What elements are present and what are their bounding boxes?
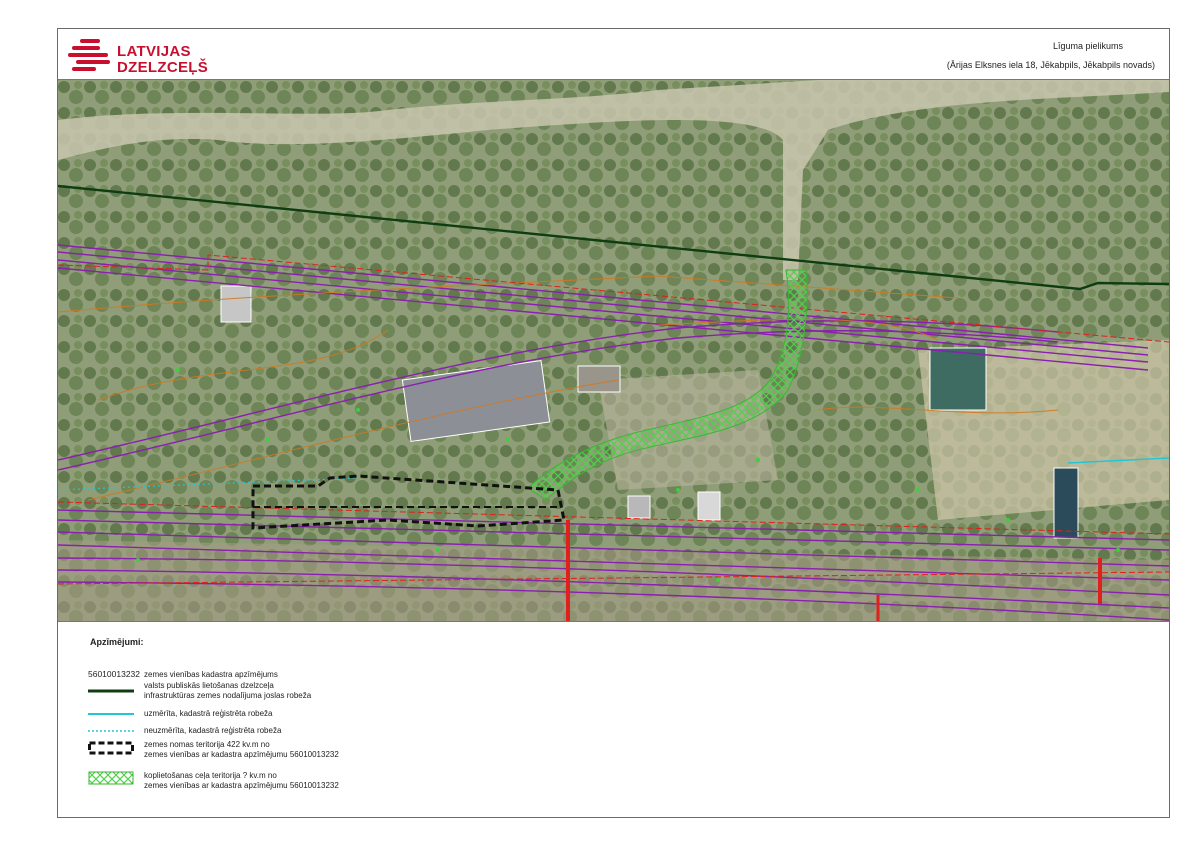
legend-lease-area-line-2: zemes vienības ar kadastra apzīmējumu 56… bbox=[144, 750, 339, 759]
map-canvas bbox=[58, 80, 1169, 621]
legend-shared-road-label: koplietošanas ceļa teritorija ? kv.m no … bbox=[144, 771, 339, 791]
sheet-frame: LATVIJAS DZELZCEĻŠ Līguma pielikums (Āri… bbox=[57, 28, 1170, 818]
legend-shared-road-line-1: koplietošanas ceļa teritorija ? kv.m no bbox=[144, 771, 277, 780]
logo-mark-icon bbox=[68, 39, 110, 71]
cadastral-map bbox=[58, 79, 1169, 622]
building-small-4 bbox=[220, 285, 252, 323]
legend-plot-label: zemes vienības kadastra apzīmējums bbox=[144, 670, 278, 679]
legend-measured-border-label: uzmērīta, kadastrā reģistrēta robeža bbox=[144, 709, 273, 718]
legend-zone-border-line-2: infrastruktūras zemes nodalījuma joslas … bbox=[144, 691, 312, 700]
legend-measured-border-symbol bbox=[88, 713, 134, 715]
company-logo: LATVIJAS DZELZCEĻŠ bbox=[66, 35, 226, 76]
legend-shared-road-symbol bbox=[88, 771, 134, 785]
building-small-2 bbox=[627, 495, 651, 519]
legend-zone-border-symbol bbox=[88, 689, 134, 693]
legend-heading: Apzīmējumi: bbox=[90, 637, 144, 647]
legend-zone-border-line-1: valsts publiskās lietošanas dzelzceļa bbox=[144, 681, 274, 690]
legend-plot-code: 56010013232 bbox=[88, 669, 141, 679]
legend-lease-area-line-1: zemes nomas teritorija 422 kv.m no bbox=[144, 740, 270, 749]
legend-lease-area-symbol bbox=[88, 741, 134, 755]
legend-zone-border-label: valsts publiskās lietošanas dzelzceļa in… bbox=[144, 681, 311, 701]
building-container bbox=[1053, 467, 1079, 539]
building-shed bbox=[929, 347, 987, 411]
red-boundary-post-2 bbox=[1098, 558, 1102, 604]
red-boundary-post-1 bbox=[566, 520, 570, 621]
map-legend: Apzīmējumi: 56010013232 zemes vienības k… bbox=[58, 621, 1169, 817]
document-title: Līguma pielikums bbox=[1052, 41, 1123, 51]
building-small-3 bbox=[697, 491, 721, 521]
logo-line-1: LATVIJAS bbox=[117, 43, 191, 60]
legend-unmeasured-border-symbol bbox=[88, 730, 134, 732]
document-address: (Ārijas Elksnes iela 18, Jēkabpils, Jēka… bbox=[946, 60, 1155, 70]
building-small-1 bbox=[577, 365, 621, 393]
logo-wordmark: LATVIJAS DZELZCEĻŠ bbox=[117, 44, 208, 76]
legend-shared-road-line-2: zemes vienības ar kadastra apzīmējumu 56… bbox=[144, 781, 339, 790]
legend-lease-area-label: zemes nomas teritorija 422 kv.m no zemes… bbox=[144, 740, 339, 760]
logo-line-2: DZELZCEĻŠ bbox=[117, 59, 209, 76]
legend-unmeasured-border-label: neuzmērīta, kadastrā reģistrēta robeža bbox=[144, 726, 282, 735]
